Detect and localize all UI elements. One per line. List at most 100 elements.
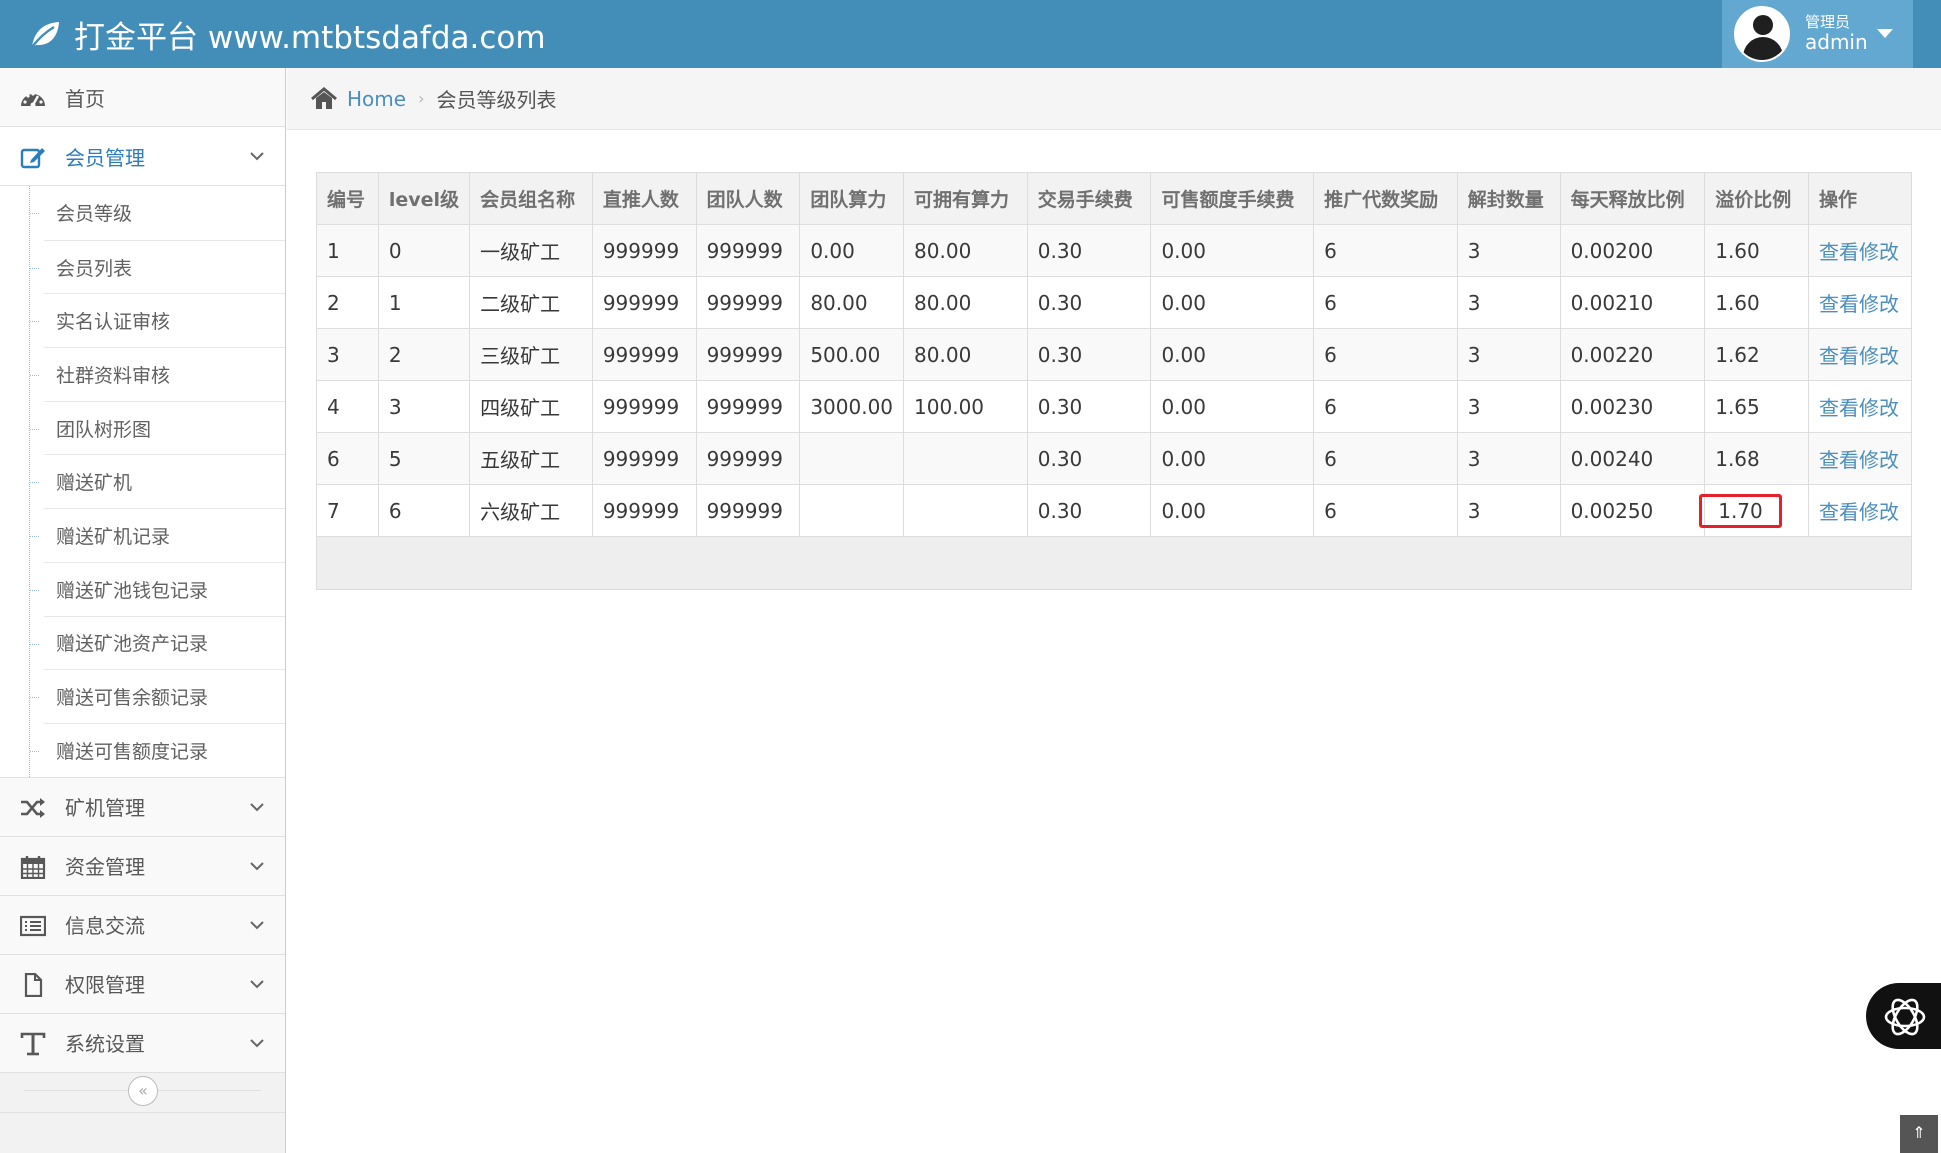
column-header: 操作 — [1807, 172, 1913, 225]
view-edit-link[interactable]: 查看修改 — [1807, 224, 1913, 277]
table-cell: 6 — [1313, 224, 1458, 277]
submenu-item-community-review[interactable]: 社群资料审核 — [30, 347, 285, 401]
sidebar-item-funds[interactable]: 资金管理 — [0, 836, 285, 896]
table-cell: 999999 — [591, 380, 697, 433]
table-cell — [799, 432, 905, 485]
chevron-down-icon — [250, 152, 264, 161]
table-cell: 500.00 — [799, 328, 905, 381]
table-cell: 0.00 — [1150, 328, 1315, 381]
breadcrumb-separator: › — [418, 89, 425, 108]
leaf-icon — [31, 22, 59, 48]
table-cell: 999999 — [695, 484, 801, 537]
view-edit-link[interactable]: 查看修改 — [1807, 380, 1913, 433]
user-name: admin — [1805, 30, 1868, 55]
column-header: 可拥有算力 — [903, 172, 1028, 225]
table-cell: 0.00210 — [1559, 276, 1706, 329]
submenu-item-gift-miner[interactable]: 赠送矿机 — [30, 454, 285, 508]
table-cell: 三级矿工 — [469, 328, 593, 381]
table-cell: 0.30 — [1026, 484, 1152, 537]
submenu-item-gift-miner-log[interactable]: 赠送矿机记录 — [30, 508, 285, 562]
column-header: 编号 — [316, 172, 379, 225]
sidebar-item-members[interactable]: 会员管理 — [0, 127, 285, 186]
table-cell: 0.00 — [1150, 380, 1315, 433]
sidebar-collapse-button[interactable]: « — [128, 1076, 158, 1106]
table-cell — [903, 432, 1028, 485]
sidebar-item-label: 会员管理 — [65, 145, 145, 170]
table-cell: 0.00 — [1150, 224, 1315, 277]
sidebar-item-label: 权限管理 — [65, 973, 145, 998]
back-to-top-button[interactable]: ⇑ — [1900, 1115, 1938, 1153]
table-cell: 999999 — [695, 224, 801, 277]
column-header: 解封数量 — [1456, 172, 1561, 225]
table-cell: 4 — [316, 380, 379, 433]
table-cell: 3 — [377, 380, 471, 433]
table-cell: 0.30 — [1026, 328, 1152, 381]
table-cell: 999999 — [591, 224, 697, 277]
table-cell: 0 — [377, 224, 471, 277]
table-cell: 3 — [1456, 432, 1561, 485]
table-cell: 999999 — [591, 276, 697, 329]
user-info: 管理员 admin — [1805, 13, 1868, 55]
table-cell: 0.00200 — [1559, 224, 1706, 277]
table-cell: 0.00230 — [1559, 380, 1706, 433]
user-menu[interactable]: 管理员 admin — [1722, 0, 1913, 68]
table-cell: 3000.00 — [799, 380, 905, 433]
sidebar-item-home[interactable]: 首页 — [0, 68, 285, 127]
table-cell: 999999 — [591, 328, 697, 381]
sidebar-item-permissions[interactable]: 权限管理 — [0, 954, 285, 1014]
submenu-item-gift-balance-log[interactable]: 赠送可售余额记录 — [30, 669, 285, 723]
table-cell: 1.68 — [1704, 432, 1809, 485]
sidebar-item-messages[interactable]: 信息交流 — [0, 895, 285, 955]
submenu-item-team-tree[interactable]: 团队树形图 — [30, 400, 285, 455]
submenu-members: 会员等级 会员列表 实名认证审核 社群资料审核 团队树形图 赠送矿机 赠送矿机记… — [0, 186, 285, 778]
table-cell: 四级矿工 — [469, 380, 593, 433]
table-cell: 80.00 — [903, 276, 1028, 329]
column-header: level级 — [377, 172, 471, 225]
view-edit-link[interactable]: 查看修改 — [1807, 484, 1913, 537]
table-cell: 0.00 — [1150, 484, 1315, 537]
table-cell: 999999 — [695, 328, 801, 381]
column-header: 团队算力 — [799, 172, 905, 225]
table-cell — [799, 484, 905, 537]
submenu-item-gift-pool-wallet-log[interactable]: 赠送矿池钱包记录 — [30, 561, 285, 616]
table-header-row: 编号 level级 会员组名称 直推人数 团队人数 团队算力 可拥有算力 交易手续费 可售额度手… — [316, 172, 1913, 225]
sidebar-item-miners[interactable]: 矿机管理 — [0, 777, 285, 837]
table-cell: 五级矿工 — [469, 432, 593, 485]
table-cell: 0.00 — [1150, 432, 1315, 485]
submenu-item-member-levels[interactable]: 会员等级 — [30, 186, 285, 240]
table-row: 7 6 六级矿工 999999 999999 0.30 0.00 6 3 0.00250 1.70 查… — [316, 484, 1913, 537]
submenu-item-gift-pool-asset-log[interactable]: 赠送矿池资产记录 — [30, 615, 285, 670]
sidebar: 首页 会员管理 会员等级 会员列表 实名认证审核 社群资料审核 团队树形图 赠送… — [0, 68, 286, 1153]
view-edit-link[interactable]: 查看修改 — [1807, 276, 1913, 329]
table-cell: 3 — [1456, 224, 1561, 277]
file-icon — [24, 972, 43, 997]
table-cell: 0.30 — [1026, 276, 1152, 329]
submenu-item-gift-quota-log[interactable]: 赠送可售额度记录 — [30, 722, 285, 777]
table-cell: 6 — [1313, 380, 1458, 433]
chevron-down-icon — [250, 861, 264, 870]
table-cell: 6 — [1313, 328, 1458, 381]
sidebar-item-settings[interactable]: 系统设置 — [0, 1013, 285, 1073]
text-icon — [20, 1032, 46, 1055]
shuffle-icon — [21, 797, 45, 818]
view-edit-link[interactable]: 查看修改 — [1807, 432, 1913, 485]
breadcrumb-home-link[interactable]: Home — [347, 87, 406, 111]
submenu-item-member-list[interactable]: 会员列表 — [30, 239, 285, 294]
table-cell — [903, 484, 1028, 537]
chevron-down-icon — [250, 802, 264, 811]
submenu-item-identity-review[interactable]: 实名认证审核 — [30, 293, 285, 347]
chevron-down-icon — [250, 979, 264, 988]
assistant-icon — [1884, 998, 1926, 1036]
brand[interactable]: 打金平台 www.mtbtsdafda.com — [28, 0, 546, 68]
table-cell: 6 — [1313, 484, 1458, 537]
view-edit-link[interactable]: 查看修改 — [1807, 328, 1913, 381]
list-icon — [20, 915, 46, 936]
table-cell: 2 — [316, 276, 379, 329]
sidebar-item-label: 资金管理 — [65, 855, 145, 880]
assistant-widget-button[interactable] — [1866, 983, 1941, 1049]
table-cell: 80.00 — [799, 276, 905, 329]
table-cell: 0.30 — [1026, 380, 1152, 433]
column-header: 推广代数奖励 — [1313, 172, 1458, 225]
column-header: 可售额度手续费 — [1150, 172, 1315, 225]
breadcrumb: Home › 会员等级列表 — [287, 68, 1941, 130]
